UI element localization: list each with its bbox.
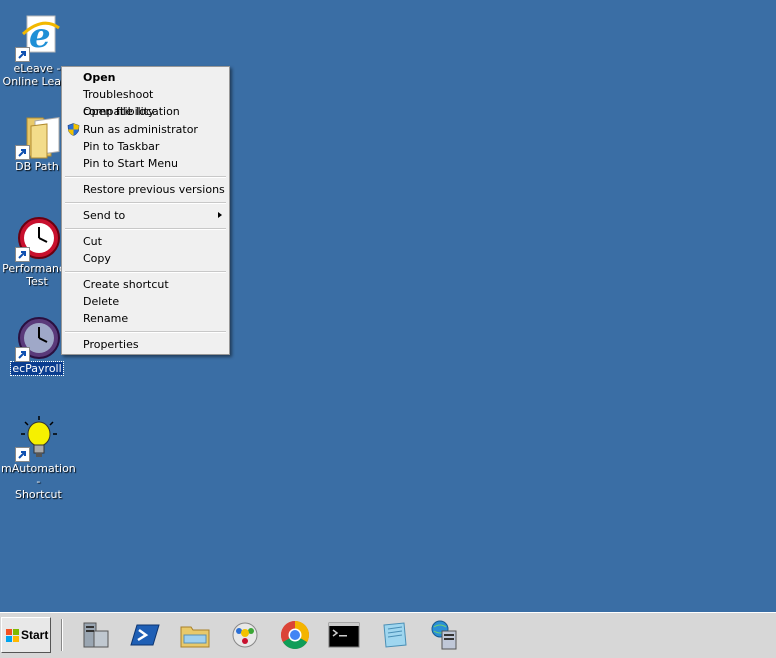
menu-item-create-shortcut[interactable]: Create shortcut xyxy=(64,276,227,293)
command-prompt-icon[interactable] xyxy=(328,619,360,651)
powershell-icon[interactable] xyxy=(129,619,161,651)
start-label: Start xyxy=(21,628,49,642)
menu-separator xyxy=(65,331,226,333)
menu-item-open[interactable]: Open xyxy=(64,69,227,86)
desktop-icon-mautomation[interactable]: mAutomation - Shortcut xyxy=(0,414,76,501)
start-button[interactable]: Start xyxy=(1,617,51,653)
shortcut-arrow-icon xyxy=(15,47,30,62)
menu-item-cut[interactable]: Cut xyxy=(64,233,227,250)
menu-item-rename[interactable]: Rename xyxy=(64,310,227,327)
server-manager-icon[interactable] xyxy=(80,619,112,651)
menu-item-restore-previous-versions[interactable]: Restore previous versions xyxy=(64,181,227,198)
menu-item-troubleshoot-compatibility[interactable]: Troubleshoot compatibility xyxy=(64,86,227,118)
menu-item-open-file-location[interactable]: Open file location xyxy=(64,103,227,120)
menu-separator xyxy=(65,202,226,204)
menu-item-send-to[interactable]: Send to xyxy=(64,207,227,224)
context-menu: Open Troubleshoot compatibility Open fil… xyxy=(61,66,230,355)
internet-explorer-icon: e xyxy=(13,14,61,62)
menu-item-label: Run as administrator xyxy=(83,123,198,136)
menu-item-pin-to-start-menu[interactable]: Pin to Start Menu xyxy=(64,155,227,172)
shortcut-arrow-icon xyxy=(15,447,30,462)
paint-icon[interactable] xyxy=(229,619,261,651)
notepad-icon[interactable] xyxy=(378,619,410,651)
file-explorer-icon[interactable] xyxy=(179,619,211,651)
menu-item-copy[interactable]: Copy xyxy=(64,250,227,267)
menu-separator xyxy=(65,271,226,273)
menu-separator xyxy=(65,228,226,230)
windows-logo-icon xyxy=(6,629,19,642)
chrome-icon[interactable] xyxy=(279,619,311,651)
taskbar: Start xyxy=(0,612,776,658)
shortcut-arrow-icon xyxy=(15,145,30,160)
shortcut-arrow-icon xyxy=(15,247,30,262)
taskbar-separator xyxy=(61,619,63,651)
menu-item-label: Send to xyxy=(83,209,126,222)
shortcut-arrow-icon xyxy=(15,347,30,362)
menu-item-properties[interactable]: Properties xyxy=(64,336,227,353)
menu-item-run-as-administrator[interactable]: Run as administrator xyxy=(64,121,227,138)
lightbulb-icon xyxy=(13,414,61,462)
desktop-icon-label: mAutomation - Shortcut xyxy=(1,462,76,501)
clock-icon xyxy=(13,214,61,262)
desktop-icon-label: ecPayroll xyxy=(10,361,64,376)
clock-icon xyxy=(13,314,61,362)
menu-item-pin-to-taskbar[interactable]: Pin to Taskbar xyxy=(64,138,227,155)
uac-shield-icon xyxy=(67,123,80,136)
folder-icon xyxy=(13,112,61,160)
menu-separator xyxy=(65,176,226,178)
desktop-icon-label: DB Path xyxy=(15,160,59,173)
menu-item-delete[interactable]: Delete xyxy=(64,293,227,310)
submenu-arrow-icon xyxy=(218,212,222,218)
network-server-icon[interactable] xyxy=(428,619,460,651)
